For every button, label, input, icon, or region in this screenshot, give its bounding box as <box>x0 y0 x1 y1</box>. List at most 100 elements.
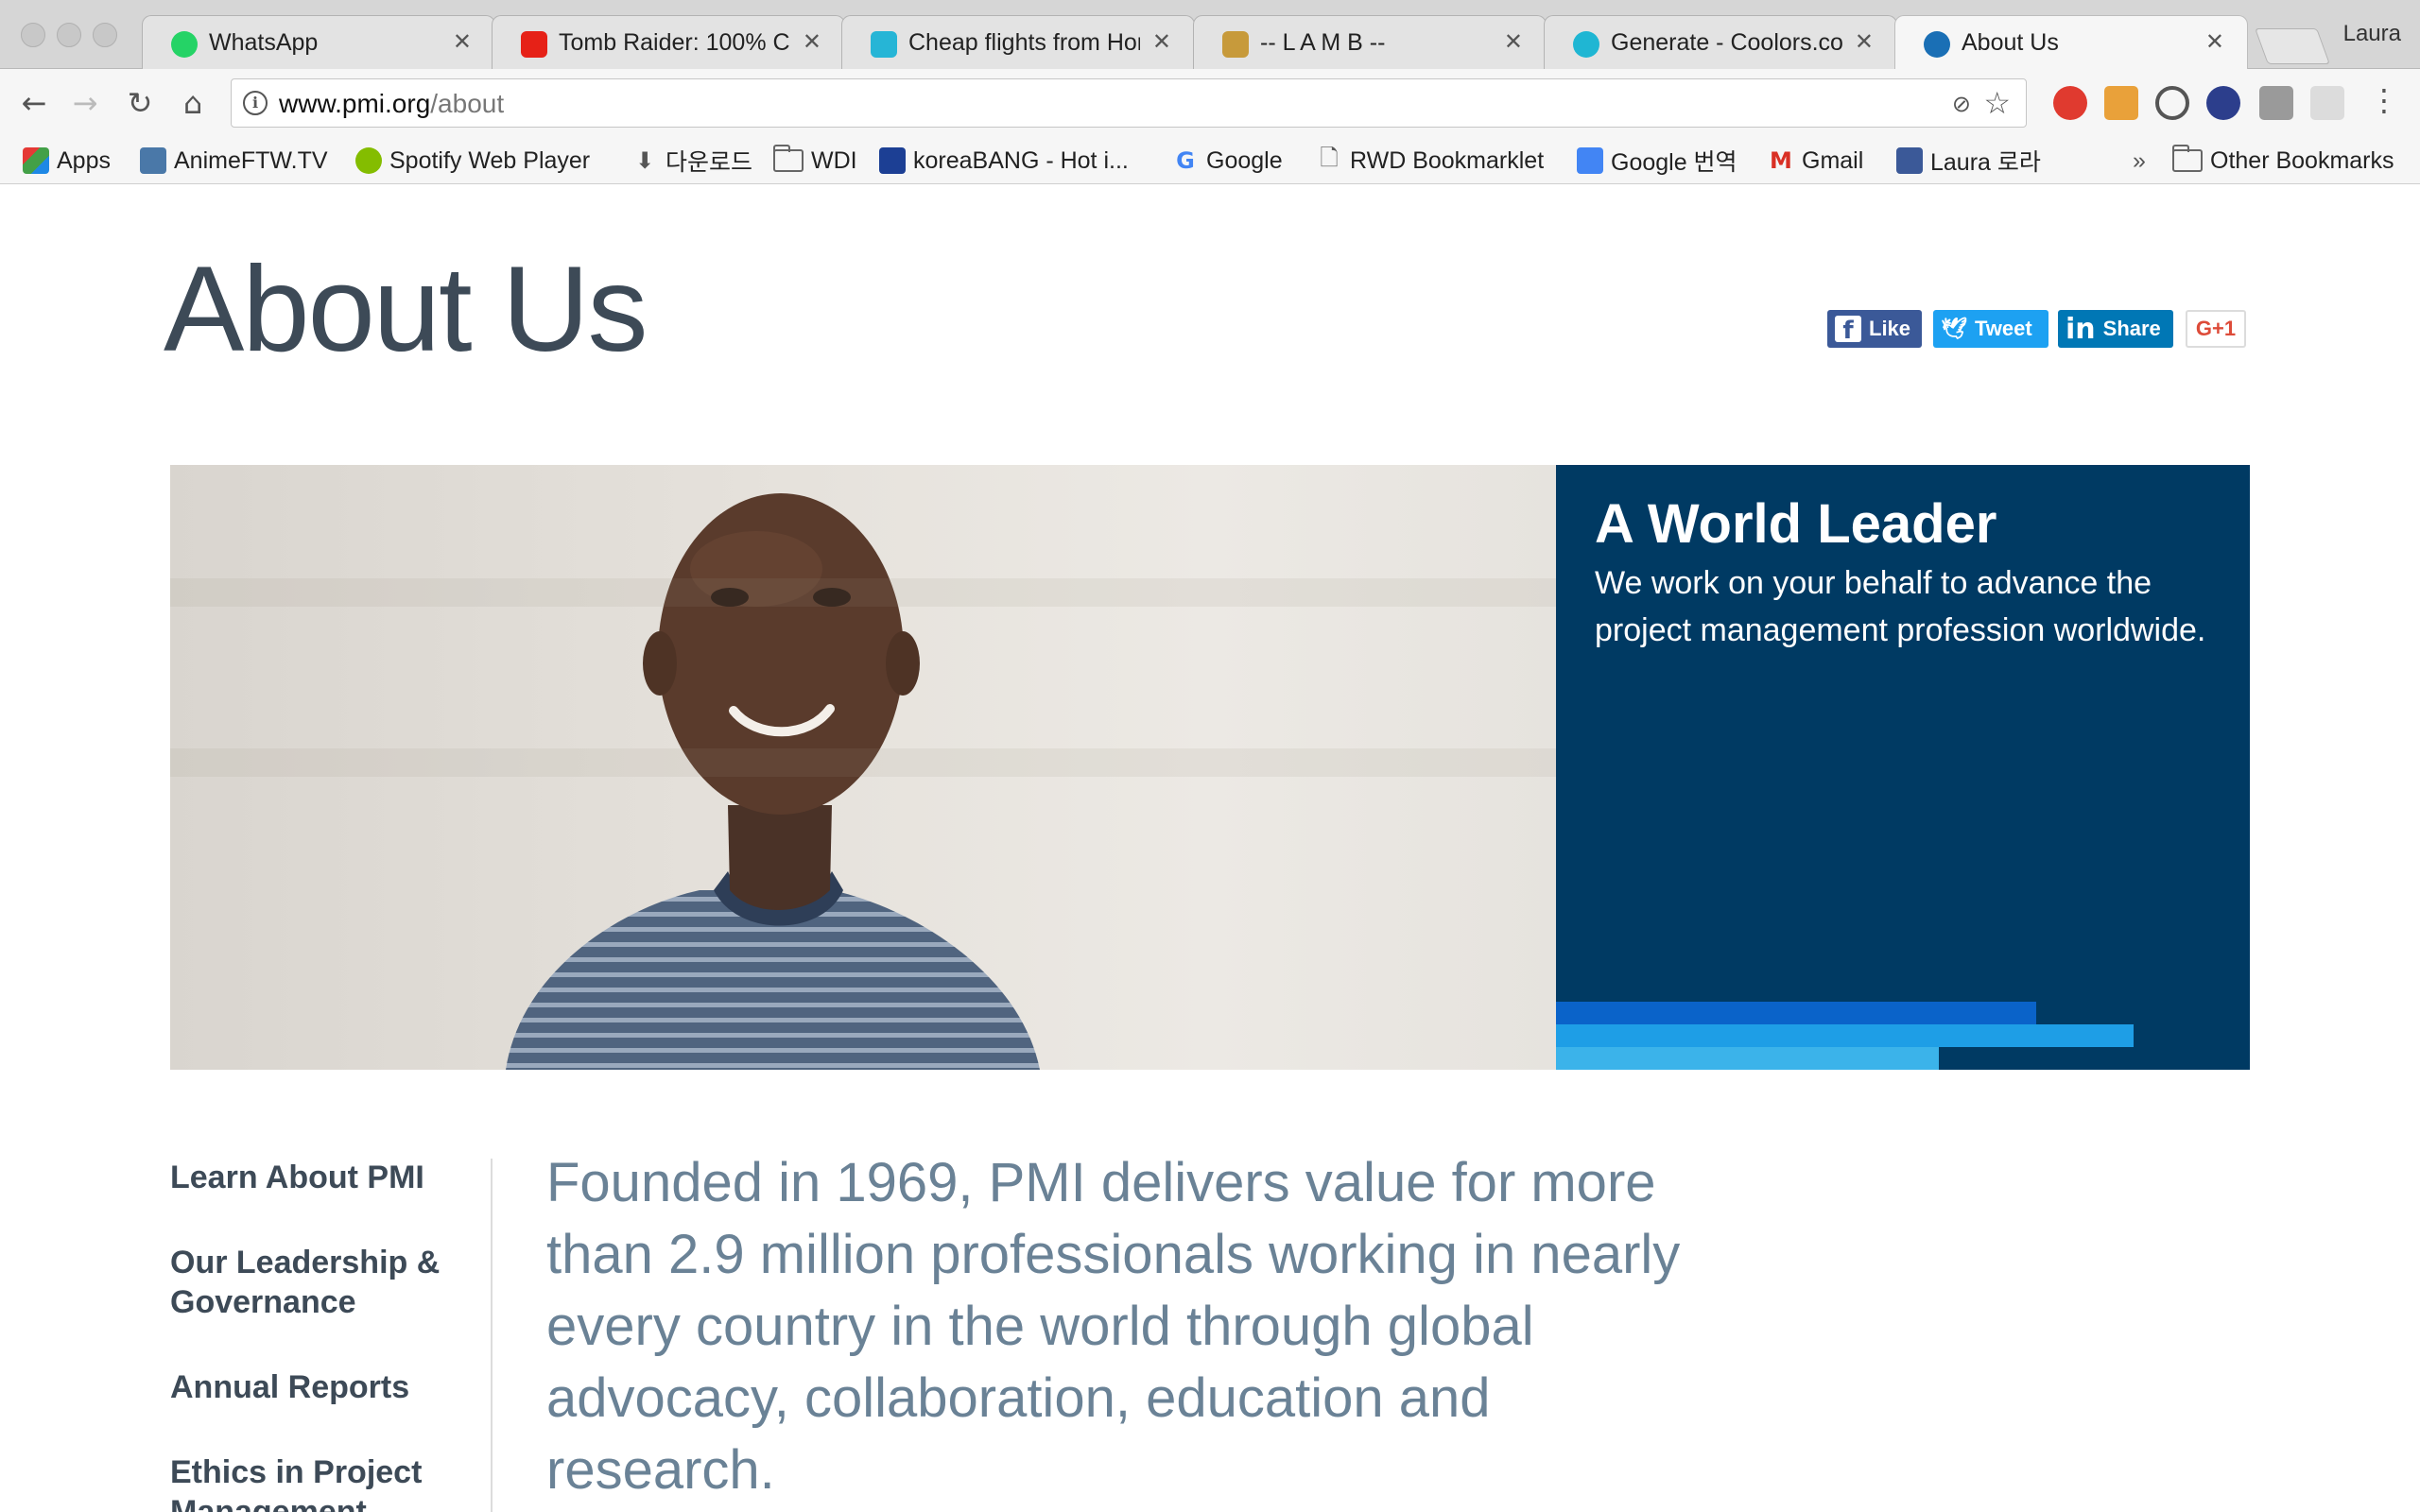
tab-whatsapp[interactable]: WhatsApp ✕ <box>142 15 495 69</box>
hero-heading: A World Leader <box>1595 493 1997 555</box>
bookmark-label: Apps <box>57 146 111 174</box>
google-plus-button[interactable]: G+1 <box>2186 310 2246 348</box>
forward-arrow-icon[interactable]: → <box>66 84 104 122</box>
address-bar[interactable]: i www.pmi.org/about ⊘ ☆ <box>231 78 2027 128</box>
extension-gear-icon[interactable] <box>2310 86 2344 120</box>
sidebar-item-annual-reports[interactable]: Annual Reports <box>170 1367 409 1407</box>
tweet-button[interactable]: 🕊 Tweet <box>1933 310 2048 348</box>
bookmark-gmail[interactable]: M Gmail <box>1768 144 1863 178</box>
bookmark-spotify[interactable]: Spotify Web Player <box>355 144 590 178</box>
address-url[interactable]: www.pmi.org/about <box>279 89 504 119</box>
sidebar-item-ethics[interactable]: Ethics in Project Management <box>170 1452 444 1512</box>
site-info-icon[interactable]: i <box>243 91 268 115</box>
url-domain: www.pmi.org <box>279 89 431 118</box>
hero-image <box>170 465 1556 1070</box>
like-label: Like <box>1869 317 1911 340</box>
facebook-like-button[interactable]: f Like <box>1827 310 1922 348</box>
close-tab-icon[interactable]: ✕ <box>1504 27 1523 58</box>
window-minimize-button[interactable] <box>57 23 81 47</box>
wall-texture <box>170 748 1556 777</box>
close-tab-icon[interactable]: ✕ <box>453 27 472 58</box>
tab-title: Tomb Raider: 100% Co <box>559 29 790 56</box>
folder-icon <box>2172 145 2203 172</box>
page-title: About Us <box>164 242 648 377</box>
new-tab-button[interactable] <box>2255 28 2330 64</box>
tab-title: Generate - Coolors.co <box>1611 29 1842 56</box>
bookmark-label: Gmail <box>1802 146 1864 174</box>
tab-coolors[interactable]: Generate - Coolors.co ✕ <box>1544 15 1897 69</box>
animeftw-icon <box>140 147 166 174</box>
translate-blocked-icon[interactable]: ⊘ <box>1952 91 1971 117</box>
bookmark-label: Google <box>1206 146 1283 174</box>
bookmark-rwd[interactable]: 🗋 RWD Bookmarklet <box>1316 144 1544 178</box>
bookmark-star-icon[interactable]: ☆ <box>1983 85 2011 121</box>
intro-paragraph: Founded in 1969, PMI delivers value for … <box>546 1152 1681 1501</box>
gmail-icon: M <box>1770 147 1792 174</box>
google-translate-icon <box>1577 147 1603 174</box>
linkedin-share-button[interactable]: in Share <box>2058 310 2173 348</box>
extension-hammer-icon[interactable] <box>2104 86 2138 120</box>
bookmark-label: koreaBANG - Hot i... <box>913 146 1129 174</box>
bookmark-download[interactable]: ⬇ 다운로드 <box>631 144 752 178</box>
share-label: Share <box>2102 317 2161 340</box>
close-tab-icon[interactable]: ✕ <box>2205 27 2224 58</box>
back-arrow-icon[interactable]: ← <box>15 84 53 122</box>
close-tab-icon[interactable]: ✕ <box>1855 27 1874 58</box>
bookmark-animeftw[interactable]: AnimeFTW.TV <box>140 144 328 178</box>
tab-tomb-raider[interactable]: Tomb Raider: 100% Co ✕ <box>492 15 845 69</box>
koreabang-icon <box>879 147 906 174</box>
tab-title: Cheap flights from Hon <box>908 29 1140 56</box>
reload-icon[interactable]: ↻ <box>121 84 159 122</box>
bookmark-koreabang[interactable]: koreaBANG - Hot i... <box>879 144 1129 178</box>
extension-sync-icon[interactable] <box>2155 86 2189 120</box>
bookmark-facebook[interactable]: Laura 로라 <box>1896 144 2041 178</box>
coolors-icon <box>1573 31 1599 58</box>
tweet-label: Tweet <box>1974 317 2032 340</box>
folder-icon <box>773 145 804 172</box>
flights-icon <box>871 31 897 58</box>
extension-flag-icon[interactable] <box>2206 86 2240 120</box>
decorative-bar <box>1556 1002 2036 1024</box>
bookmark-google-translate[interactable]: Google 번역 <box>1577 144 1737 178</box>
whatsapp-icon <box>171 31 198 58</box>
bookmark-label: RWD Bookmarklet <box>1350 146 1545 174</box>
window-zoom-button[interactable] <box>93 23 117 47</box>
facebook-icon <box>1896 147 1923 174</box>
bookmark-label: Other Bookmarks <box>2210 146 2394 174</box>
profile-button[interactable]: Laura <box>2343 21 2401 47</box>
spotify-icon <box>355 147 382 174</box>
bookmark-label: Google 번역 <box>1611 149 1737 176</box>
browser-toolbar: ← → ↻ ⌂ i www.pmi.org/about ⊘ ☆ ⋮ <box>0 69 2420 137</box>
lamb-icon <box>1222 31 1249 58</box>
window-close-button[interactable] <box>21 23 45 47</box>
bookmark-label: WDI <box>811 146 857 174</box>
extension-opera-icon[interactable] <box>2053 86 2087 120</box>
bookmark-wdi[interactable]: WDI <box>773 144 857 178</box>
bookmark-other-bookmarks[interactable]: Other Bookmarks <box>2172 144 2394 178</box>
bookmark-apps[interactable]: Apps <box>23 144 111 178</box>
tab-cheap-flights[interactable]: Cheap flights from Hon ✕ <box>841 15 1195 69</box>
browser-menu-icon[interactable]: ⋮ <box>2369 82 2399 118</box>
sidebar-item-leadership-governance[interactable]: Our Leadership & Governance <box>170 1243 444 1322</box>
tab-title: About Us <box>1962 29 2059 56</box>
bookmarks-overflow-button[interactable]: » <box>2133 144 2146 178</box>
tab-strip: WhatsApp ✕ Tomb Raider: 100% Co ✕ Cheap … <box>0 0 2420 70</box>
url-path: /about <box>430 89 505 118</box>
close-tab-icon[interactable]: ✕ <box>1152 27 1171 58</box>
sidebar-item-learn-about-pmi[interactable]: Learn About PMI <box>170 1158 424 1197</box>
tab-lamb[interactable]: -- L A M B -- ✕ <box>1193 15 1547 69</box>
sidebar-divider <box>491 1159 493 1512</box>
tab-about-us[interactable]: About Us ✕ <box>1894 15 2248 70</box>
home-icon[interactable]: ⌂ <box>174 84 212 122</box>
bookmark-label: 다운로드 <box>666 149 753 176</box>
close-tab-icon[interactable]: ✕ <box>803 27 821 58</box>
extension-counter-icon[interactable] <box>2259 86 2293 120</box>
wall-texture <box>170 578 1556 607</box>
bookmark-label: Laura 로라 <box>1930 149 2041 176</box>
bookmark-google[interactable]: G Google <box>1172 144 1283 178</box>
youtube-icon <box>521 31 547 58</box>
decorative-bar <box>1556 1047 1939 1070</box>
page-icon: 🗋 <box>1320 144 1339 171</box>
bookmark-label: Spotify Web Player <box>389 146 591 174</box>
apps-grid-icon <box>23 147 49 174</box>
